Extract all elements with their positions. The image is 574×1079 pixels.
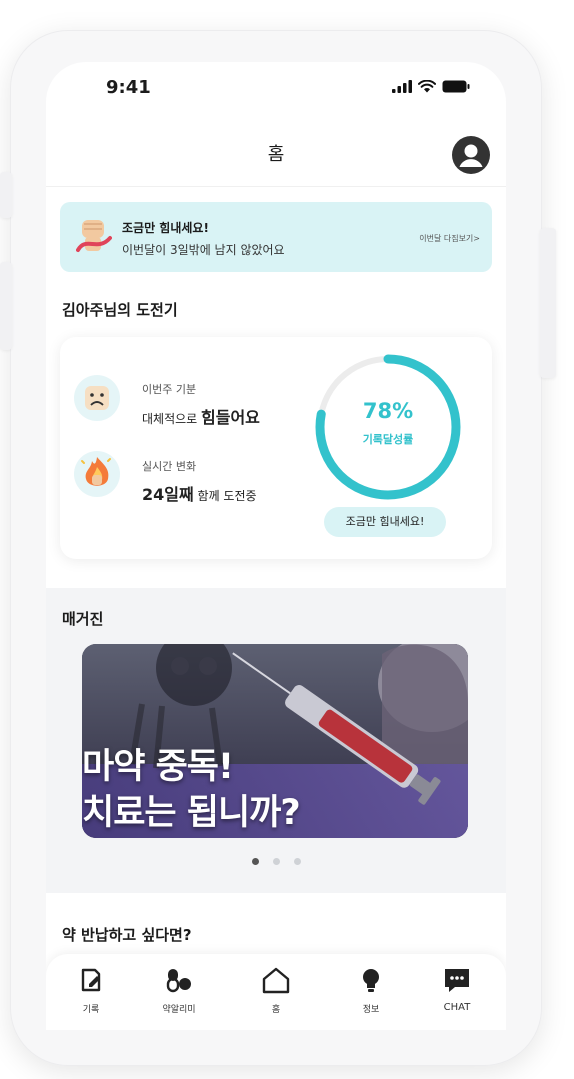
fire-emoji-bg [74,451,120,497]
mood-label: 이번주 기분 [142,383,197,396]
bottom-tab-bar: 기록 약알리미 홈 정보 CHAT [46,954,506,1030]
home-icon [262,967,290,994]
banner-title: 조금만 힘내세요! [122,221,209,235]
tab-home-label: 홈 [271,1005,281,1015]
return-section-title: 약 반납하고 싶다면? [62,926,192,944]
mood-value: 힘들어요 [201,408,260,427]
page-title: 홈 [267,144,285,165]
cheer-button[interactable]: 조금만 힘내세요! [324,507,446,537]
days-value: 24일째 [142,485,194,504]
carousel-dot-3[interactable] [293,858,301,865]
challenge-section-title: 김아주님의 도전기 [62,301,178,319]
sad-face-icon [85,386,109,410]
top-bar: 홈 [46,118,506,187]
signal-icon [392,80,412,93]
status-icons [392,80,470,93]
side-button-left-2 [0,262,12,350]
tab-record-label: 기록 [82,1005,100,1015]
cheer-banner[interactable]: 조금만 힘내세요! 이번달이 3일밖에 남지 않았어요 이번달 다짐보기> [60,202,492,272]
mood-prefix: 대체적으로 [142,412,202,426]
days-text: 24일째 함께 도전중 [142,481,257,505]
progress-ring [315,354,461,500]
profile-avatar-icon[interactable] [452,136,490,174]
tab-info-label: 정보 [362,1005,380,1015]
magazine-headline-line2: 치료는 됩니까? [82,793,301,833]
status-time: 9:41 [106,77,151,98]
lightbulb-icon [363,969,379,992]
carousel-dot-1[interactable] [251,858,259,865]
banner-subtitle: 이번달이 3일밖에 남지 않았어요 [122,243,285,257]
wifi-icon [418,80,436,93]
progress-percent: 78% [362,399,414,423]
fire-fist-icon [81,457,111,486]
tab-pill-reminder[interactable]: 약알리미 [146,966,212,1015]
tab-pill-reminder-label: 약알리미 [162,1005,196,1015]
magazine-section-title: 매거진 [62,610,104,628]
carousel-dots [46,858,506,865]
challenge-card: 이번주 기분 대체적으로 힘들어요 실시간 변화 24일째 함께 도전중 78%… [60,337,492,559]
record-icon [81,968,101,992]
tab-home[interactable]: 홈 [243,966,309,1015]
status-bar: 9:41 [46,62,506,118]
magazine-headline-line1: 마약 중독! [82,747,234,787]
chat-icon [445,969,469,992]
mood-emoji-bg [74,375,120,421]
battery-icon [442,80,470,93]
tab-record[interactable]: 기록 [58,966,124,1015]
carousel-dot-2[interactable] [272,858,280,865]
app-screen: 9:41 홈 조금만 힘내세요! 이번달이 3일밖에 남지 않았어요 이번달 다… [46,62,506,1030]
tab-chat-label: CHAT [443,1002,471,1013]
view-monthly-pledge-link[interactable]: 이번달 다짐보기> [419,233,480,244]
progress-label: 기록달성률 [362,433,414,446]
magazine-card[interactable]: 마약 중독! 치료는 됩니까? [82,644,468,838]
mood-text: 대체적으로 힘들어요 [142,404,260,428]
side-button-right [540,228,556,378]
side-button-left-1 [0,172,12,218]
pill-icon [166,969,191,993]
fist-ribbon-icon [76,220,112,252]
tab-info[interactable]: 정보 [338,966,404,1015]
tab-chat[interactable]: CHAT [424,966,490,1013]
change-label: 실시간 변화 [142,460,197,473]
days-suffix: 함께 도전중 [193,489,257,503]
